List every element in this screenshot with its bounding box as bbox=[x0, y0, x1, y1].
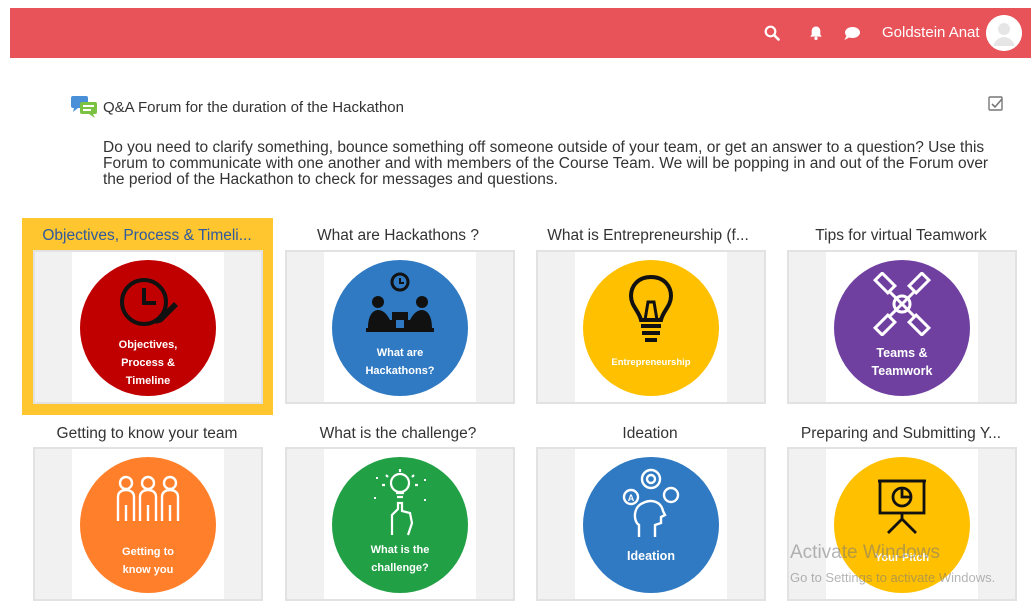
tile-image: Getting to know you bbox=[72, 449, 224, 599]
forum-description: Do you need to clarify something, bounce… bbox=[103, 139, 989, 188]
tile-card-teamwork[interactable]: Teams & Teamwork bbox=[787, 250, 1017, 404]
tile-card-hackathons[interactable]: What are Hackathons? bbox=[285, 250, 515, 404]
clock-pencil-icon bbox=[120, 278, 178, 326]
tile-title-hackathons[interactable]: What are Hackathons ? bbox=[273, 227, 523, 245]
tile-circle: What is the challenge? bbox=[332, 457, 468, 593]
forum-title[interactable]: Q&A Forum for the duration of the Hackat… bbox=[103, 99, 404, 116]
handshake-icon bbox=[872, 272, 932, 336]
tile-card-entrepreneurship[interactable]: Entrepreneurship bbox=[536, 250, 766, 404]
lightbulb-icon bbox=[628, 274, 674, 342]
team-people-icon bbox=[116, 475, 180, 521]
tile-image: A Ideation bbox=[575, 449, 727, 599]
tile-circle: A Ideation bbox=[583, 457, 719, 593]
bell-icon[interactable] bbox=[805, 22, 827, 44]
tile-title-teamwork[interactable]: Tips for virtual Teamwork bbox=[776, 227, 1026, 245]
circle-label: What is the challenge? bbox=[370, 544, 430, 574]
avatar[interactable] bbox=[986, 15, 1022, 51]
idea-hand-icon bbox=[374, 469, 426, 536]
head-ideas-icon: A bbox=[622, 468, 680, 537]
circle-label: What are Hackathons? bbox=[365, 347, 435, 377]
circle-label: Getting to know you bbox=[122, 546, 174, 576]
tile-circle: What are Hackathons? bbox=[332, 260, 468, 396]
tile-image: Teams & Teamwork bbox=[826, 252, 978, 402]
tile-card-challenge[interactable]: What is the challenge? bbox=[285, 447, 515, 601]
circle-label: Objectives, Process & Timeline bbox=[118, 339, 178, 387]
tile-image: What are Hackathons? bbox=[324, 252, 476, 402]
circle-label: Teams & Teamwork bbox=[871, 346, 933, 378]
tile-card-ideation[interactable]: A Ideation bbox=[536, 447, 766, 601]
presentation-board-icon bbox=[878, 479, 926, 534]
search-icon[interactable] bbox=[761, 22, 783, 44]
tile-image: Entrepreneurship bbox=[575, 252, 727, 402]
tile-card-know-team[interactable]: Getting to know you bbox=[33, 447, 263, 601]
tile-title-objectives[interactable]: Objectives, Process & Timeli... bbox=[22, 227, 272, 245]
tile-image: What is the challenge? bbox=[324, 449, 476, 599]
tile-title-know-team[interactable]: Getting to know your team bbox=[22, 425, 272, 443]
people-laptop-icon bbox=[366, 272, 434, 332]
checkbox-icon[interactable] bbox=[987, 95, 1005, 113]
top-bar: Goldstein Anat bbox=[10, 8, 1031, 58]
tile-title-submitting[interactable]: Preparing and Submitting Y... bbox=[776, 425, 1026, 443]
forum-icon bbox=[70, 95, 98, 119]
activation-watermark-subtitle: Go to Settings to activate Windows. bbox=[790, 570, 996, 585]
tile-title-challenge[interactable]: What is the challenge? bbox=[273, 425, 523, 443]
tile-circle: Teams & Teamwork bbox=[834, 260, 970, 396]
svg-text:A: A bbox=[628, 493, 635, 503]
tile-circle: Objectives, Process & Timeline bbox=[80, 260, 216, 396]
tile-title-ideation[interactable]: Ideation bbox=[525, 425, 775, 443]
circle-label: Ideation bbox=[627, 549, 675, 563]
tile-circle: Entrepreneurship bbox=[583, 260, 719, 396]
circle-label: Entrepreneurship bbox=[611, 357, 691, 368]
user-name[interactable]: Goldstein Anat bbox=[882, 22, 980, 44]
tile-circle: Getting to know you bbox=[80, 457, 216, 593]
chat-icon[interactable] bbox=[841, 22, 863, 44]
tile-card-objectives[interactable]: Objectives, Process & Timeline bbox=[33, 250, 263, 404]
tile-image: Objectives, Process & Timeline bbox=[72, 252, 224, 402]
tile-title-entrepreneurship[interactable]: What is Entrepreneurship (f... bbox=[523, 227, 773, 245]
activation-watermark-title: Activate Windows bbox=[790, 542, 940, 563]
